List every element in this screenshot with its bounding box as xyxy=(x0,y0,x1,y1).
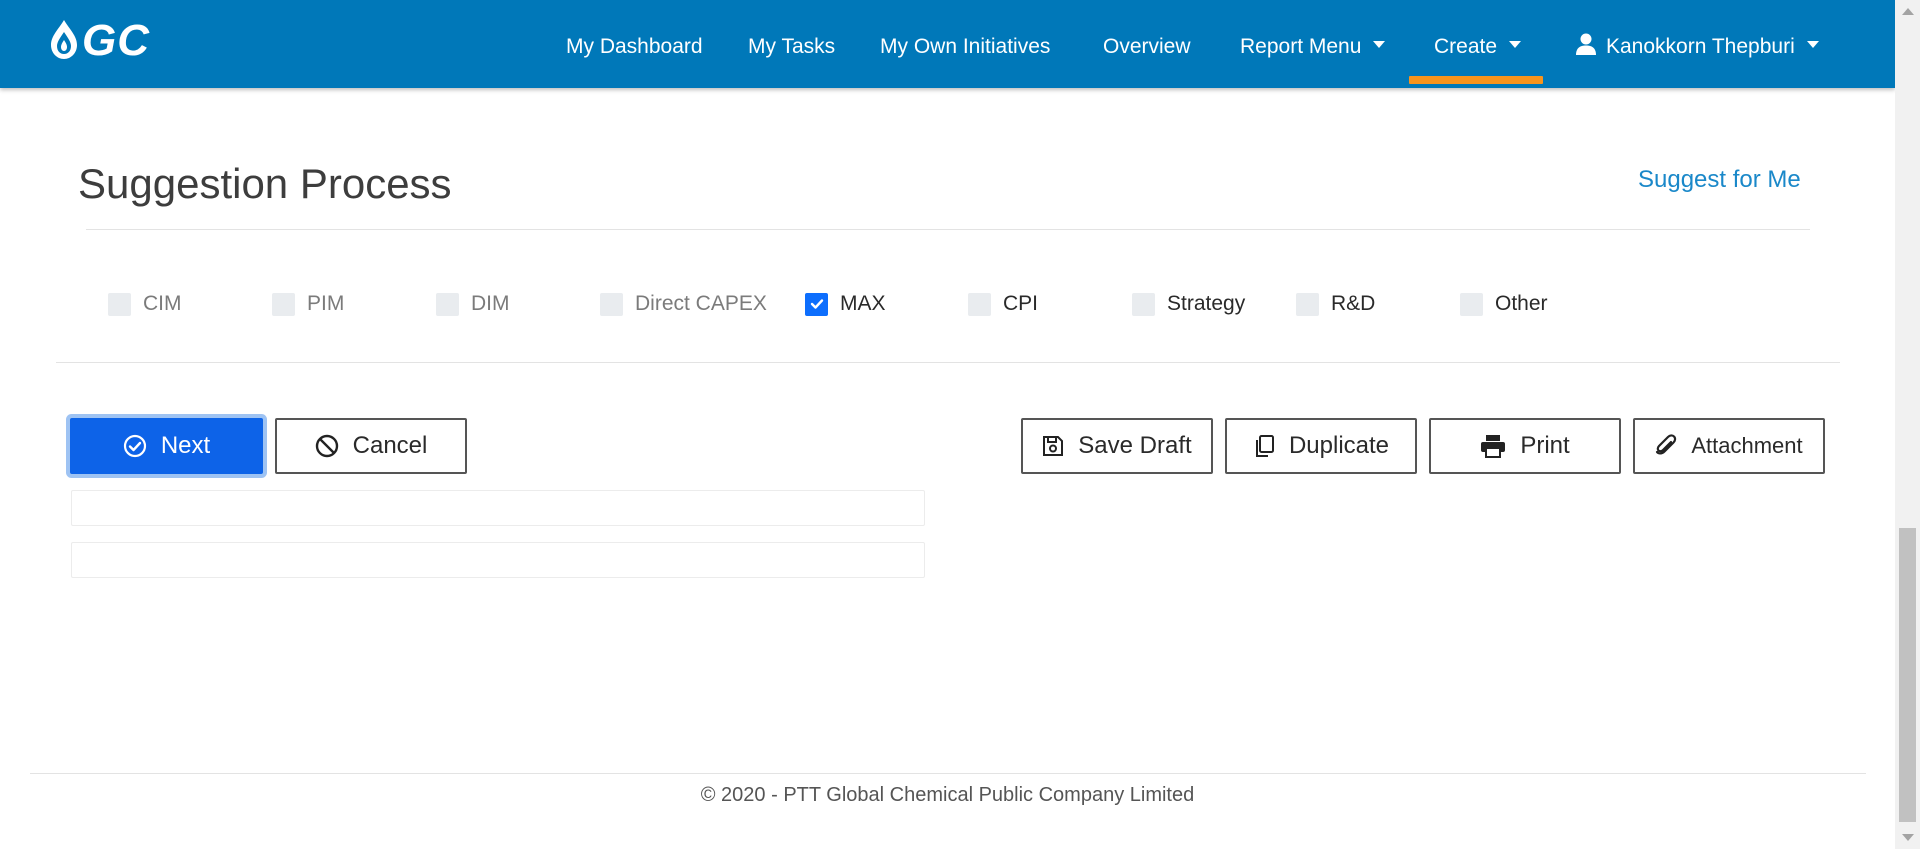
checkbox[interactable] xyxy=(805,292,828,316)
caret-down-icon xyxy=(1806,40,1819,48)
attachment-button-label: Attachment xyxy=(1691,433,1803,458)
checkbox-label: CPI xyxy=(1003,292,1039,315)
save-draft-button-label: Save Draft xyxy=(1078,432,1192,459)
checkbox-label: Direct CAPEX xyxy=(635,292,767,315)
cancel-button[interactable]: Cancel xyxy=(275,418,467,474)
nav-create-label: Create xyxy=(1434,35,1498,58)
checkbox[interactable] xyxy=(1460,292,1483,316)
duplicate-button-label: Duplicate xyxy=(1288,432,1390,459)
process-checkbox-cpi[interactable]: CPI xyxy=(968,292,1038,316)
checkbox[interactable] xyxy=(272,292,295,316)
nav-create[interactable]: Create xyxy=(1434,32,1522,62)
process-checkbox-max[interactable]: MAX xyxy=(805,292,886,316)
checkbox-label: MAX xyxy=(840,292,886,315)
checkbox[interactable] xyxy=(1132,292,1155,316)
nav-report-menu-label: Report Menu xyxy=(1240,35,1362,58)
next-button[interactable]: Next xyxy=(70,418,263,474)
checkbox[interactable] xyxy=(108,292,131,316)
printer-icon xyxy=(1480,434,1506,458)
checkbox-label: PIM xyxy=(307,292,345,315)
checkbox-label: Strategy xyxy=(1167,292,1246,315)
nav-overview[interactable]: Overview xyxy=(1103,32,1191,62)
save-draft-button[interactable]: Save Draft xyxy=(1021,418,1213,474)
top-navbar: GC My Dashboard My Tasks My Own Initiati… xyxy=(0,0,1895,88)
nav-user-name: Kanokkorn Thepburi xyxy=(1606,35,1795,58)
ban-icon xyxy=(315,434,339,458)
nav-user-menu[interactable]: Kanokkorn Thepburi xyxy=(1576,32,1819,62)
footer-copyright: © 2020 - PTT Global Chemical Public Comp… xyxy=(700,784,1195,806)
checkbox-label: Other xyxy=(1495,292,1548,315)
nav-report-menu[interactable]: Report Menu xyxy=(1240,32,1386,62)
nav-my-dashboard[interactable]: My Dashboard xyxy=(566,32,703,62)
page-scrollbar[interactable] xyxy=(1895,0,1920,849)
checkbox[interactable] xyxy=(1296,292,1319,316)
process-checkbox-dim[interactable]: DIM xyxy=(436,292,510,316)
print-button[interactable]: Print xyxy=(1429,418,1621,474)
check-circle-icon xyxy=(123,434,147,458)
checkmark-icon xyxy=(810,299,823,309)
process-checkbox-pim[interactable]: PIM xyxy=(272,292,344,316)
floppy-disk-icon xyxy=(1042,435,1064,457)
checkbox-label: CIM xyxy=(143,292,182,315)
attachment-button[interactable]: Attachment xyxy=(1633,418,1825,474)
checkbox-label: R&D xyxy=(1331,292,1376,315)
scrollbar-thumb[interactable] xyxy=(1899,528,1916,822)
print-button-label: Print xyxy=(1520,432,1570,459)
process-checkbox-randd[interactable]: R&D xyxy=(1296,292,1375,316)
empty-field xyxy=(71,542,925,578)
checkbox[interactable] xyxy=(436,292,459,316)
process-checkbox-direct-capex[interactable]: Direct CAPEX xyxy=(600,292,767,316)
gc-logo-text: GC xyxy=(82,16,150,65)
process-checkbox-other[interactable]: Other xyxy=(1460,292,1548,316)
nav-my-tasks[interactable]: My Tasks xyxy=(748,32,835,62)
footer-divider xyxy=(30,773,1866,774)
checkbox[interactable] xyxy=(600,292,623,316)
checkbox-label: DIM xyxy=(471,292,510,315)
gc-logo[interactable]: GC xyxy=(48,16,178,65)
user-icon xyxy=(1576,33,1596,56)
copy-icon xyxy=(1253,434,1275,458)
duplicate-button[interactable]: Duplicate xyxy=(1225,418,1417,474)
paperclip-icon xyxy=(1655,434,1677,458)
process-checkbox-strategy[interactable]: Strategy xyxy=(1132,292,1245,316)
caret-down-icon xyxy=(1373,40,1386,48)
active-nav-indicator xyxy=(1409,76,1543,84)
checkbox[interactable] xyxy=(968,292,991,316)
divider xyxy=(86,229,1810,230)
divider xyxy=(56,362,1840,363)
process-checkbox-cim[interactable]: CIM xyxy=(108,292,182,316)
caret-down-icon xyxy=(1509,40,1522,48)
scroll-down-arrow-icon[interactable] xyxy=(1902,834,1914,841)
page-title: Suggestion Process xyxy=(78,160,452,207)
empty-field xyxy=(71,490,925,526)
nav-my-own-initiatives[interactable]: My Own Initiatives xyxy=(880,32,1050,62)
scroll-up-arrow-icon[interactable] xyxy=(1902,8,1914,15)
cancel-button-label: Cancel xyxy=(352,432,428,459)
next-button-label: Next xyxy=(160,432,211,459)
suggest-for-me-link[interactable]: Suggest for Me xyxy=(1638,166,1801,194)
